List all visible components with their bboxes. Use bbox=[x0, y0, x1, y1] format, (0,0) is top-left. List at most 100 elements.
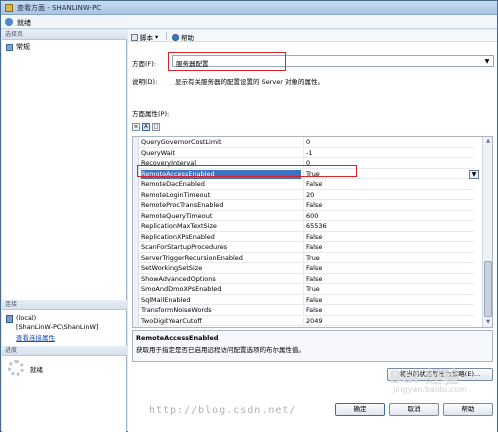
property-value[interactable]: False bbox=[303, 180, 474, 189]
property-row[interactable]: RecoveryInterval 0 bbox=[139, 158, 474, 169]
description-label: 说明(D): bbox=[132, 78, 158, 86]
property-row[interactable]: ServerTriggerRecursionEnabled True bbox=[139, 253, 474, 263]
property-value[interactable]: False bbox=[303, 295, 474, 305]
help-dialog-button[interactable]: 帮助 bbox=[443, 403, 493, 416]
property-row[interactable]: ScanForStartupProcedures False bbox=[139, 242, 474, 253]
property-row[interactable]: SqlMailEnabled False bbox=[139, 295, 474, 305]
property-row[interactable]: RemoteDacEnabled False bbox=[139, 179, 474, 190]
page-icon bbox=[6, 43, 13, 51]
property-name: TransformNoiseWords bbox=[141, 306, 212, 314]
window-title: 查看方面 - SHANLINW-PC bbox=[17, 4, 102, 12]
facet-properties-label: 方面属性(P): bbox=[132, 110, 170, 118]
property-value[interactable]: True bbox=[303, 253, 474, 263]
property-value[interactable]: True bbox=[303, 169, 474, 179]
property-row[interactable]: ReplicationMaxTextSize 65536 bbox=[139, 221, 474, 232]
property-value[interactable]: False bbox=[303, 243, 474, 252]
server-connection-icon bbox=[6, 315, 13, 323]
property-row[interactable]: RemoteLoginTimeout 20 bbox=[139, 190, 474, 200]
property-name: TwoDigitYearCutoff bbox=[141, 316, 202, 325]
property-grid-tools: ≡ A □ bbox=[132, 123, 160, 131]
categorized-icon[interactable]: ≡ bbox=[132, 123, 140, 131]
property-row[interactable]: QueryGovernorCostLimit 0 bbox=[139, 137, 474, 148]
property-value[interactable]: -1 bbox=[303, 148, 474, 158]
property-value[interactable]: 65536 bbox=[303, 222, 474, 231]
property-name: ServerTriggerRecursionEnabled bbox=[141, 253, 243, 262]
facet-select-value: 服务器配置 bbox=[176, 60, 209, 68]
property-name: SetWorkingSetSize bbox=[141, 264, 203, 272]
left-pane: 选择页 常规 连接 (local) [ShanLinW-PC\ShanLinW]… bbox=[2, 30, 127, 432]
property-value[interactable]: False bbox=[303, 274, 474, 284]
property-value[interactable]: 2049 bbox=[303, 316, 474, 326]
help-icon bbox=[172, 33, 179, 41]
property-value[interactable]: False bbox=[303, 306, 474, 315]
ok-button[interactable]: 确定 bbox=[335, 403, 385, 416]
connection-server: (local) bbox=[16, 314, 37, 322]
chevron-down-icon: ▾ bbox=[155, 33, 159, 41]
select-page-header: 选择页 bbox=[2, 30, 127, 40]
property-name: SmoAndDmoXPsEnabled bbox=[141, 285, 222, 293]
scroll-up-icon[interactable]: ▲ bbox=[483, 137, 492, 146]
scroll-thumb[interactable] bbox=[484, 261, 492, 317]
property-value[interactable]: False bbox=[303, 264, 474, 273]
property-name: QueryGovernorCostLimit bbox=[141, 138, 222, 146]
script-button[interactable]: 脚本 ▾ bbox=[131, 32, 158, 42]
watermark-url: http://blog.csdn.net/ bbox=[149, 405, 297, 416]
view-connection-properties-link[interactable]: 查看连接属性 bbox=[16, 332, 55, 342]
status-bar: 就绪 bbox=[1, 15, 497, 29]
property-grid: QueryGovernorCostLimit 0 QueryWait -1 Recove… bbox=[132, 136, 493, 328]
property-name: RemoteDacEnabled bbox=[141, 180, 205, 188]
property-row[interactable]: RemoteProcTransEnabled False bbox=[139, 200, 474, 211]
property-name: ReplicationXPsEnabled bbox=[141, 232, 215, 241]
property-description-panel: RemoteAccessEnabled 获取用于指定是否已启用远程访问配置选项的… bbox=[132, 330, 493, 362]
sort-alphabetical-icon[interactable]: A bbox=[142, 123, 150, 131]
property-row[interactable]: ReplicationXPsEnabled False bbox=[139, 232, 474, 242]
page-item-general[interactable]: 常规 bbox=[6, 42, 30, 52]
cancel-button[interactable]: 取消 bbox=[389, 403, 439, 416]
property-value[interactable]: True bbox=[303, 285, 474, 294]
property-value[interactable]: 0 bbox=[303, 138, 474, 147]
progress-spinner-icon bbox=[8, 360, 24, 376]
property-name: RemoteQueryTimeout bbox=[141, 211, 213, 220]
property-description-text: 获取用于指定是否已启用远程访问配置选项的布尔属性值。 bbox=[136, 346, 305, 354]
facet-select[interactable]: 服务器配置 ▼ bbox=[172, 55, 494, 68]
property-name: RemoteAccessEnabled bbox=[141, 169, 301, 179]
title-bar[interactable]: 查看方面 - SHANLINW-PC bbox=[1, 1, 497, 15]
property-row[interactable]: TransformNoiseWords False bbox=[139, 305, 474, 316]
app-icon bbox=[5, 4, 13, 12]
chevron-down-icon[interactable]: ▼ bbox=[469, 169, 479, 179]
property-row[interactable]: SetWorkingSetSize False bbox=[139, 263, 474, 274]
property-row[interactable]: TwoDigitYearCutoff 2049 bbox=[139, 316, 474, 326]
property-description-title: RemoteAccessEnabled bbox=[136, 334, 219, 342]
property-name: ReplicationMaxTextSize bbox=[141, 222, 217, 230]
property-row[interactable]: SmoAndDmoXPsEnabled True bbox=[139, 284, 474, 295]
property-row[interactable]: ShowAdvancedOptions False bbox=[139, 274, 474, 284]
info-icon bbox=[5, 18, 13, 26]
chevron-down-icon[interactable]: ▼ bbox=[483, 58, 491, 65]
property-name: SqlMailEnabled bbox=[141, 295, 191, 304]
property-value[interactable]: False bbox=[303, 201, 474, 210]
toolbar-separator bbox=[166, 32, 167, 40]
status-text: 就绪 bbox=[17, 19, 31, 27]
script-label: 脚本 bbox=[140, 34, 153, 42]
property-name: ShowAdvancedOptions bbox=[141, 274, 216, 283]
property-value[interactable]: 0 bbox=[303, 159, 474, 168]
property-value[interactable]: 600 bbox=[303, 211, 474, 221]
scroll-down-icon[interactable]: ▼ bbox=[483, 318, 492, 327]
property-value[interactable]: 20 bbox=[303, 190, 474, 200]
progress-header: 进度 bbox=[2, 346, 127, 356]
property-row[interactable]: QueryWait -1 bbox=[139, 148, 474, 158]
page-item-label: 常规 bbox=[16, 43, 30, 51]
help-button[interactable]: 帮助 bbox=[172, 32, 194, 42]
connection-header: 连接 bbox=[2, 300, 127, 310]
property-name: RemoteLoginTimeout bbox=[141, 190, 211, 199]
property-row[interactable]: RemoteQueryTimeout 600 bbox=[139, 211, 474, 221]
property-name: QueryWait bbox=[141, 148, 176, 157]
vertical-scrollbar[interactable]: ▲ ▼ bbox=[482, 137, 492, 327]
connection-user: [ShanLinW-PC\ShanLinW] bbox=[16, 323, 99, 331]
script-icon bbox=[131, 33, 138, 41]
property-name: RemoteProcTransEnabled bbox=[141, 201, 224, 209]
property-pages-icon[interactable]: □ bbox=[152, 123, 160, 131]
property-row[interactable]: RemoteAccessEnabled True ▼ bbox=[139, 169, 479, 179]
toolbar: 脚本 ▾ 帮助 bbox=[128, 30, 497, 42]
property-value[interactable]: False bbox=[303, 232, 474, 242]
